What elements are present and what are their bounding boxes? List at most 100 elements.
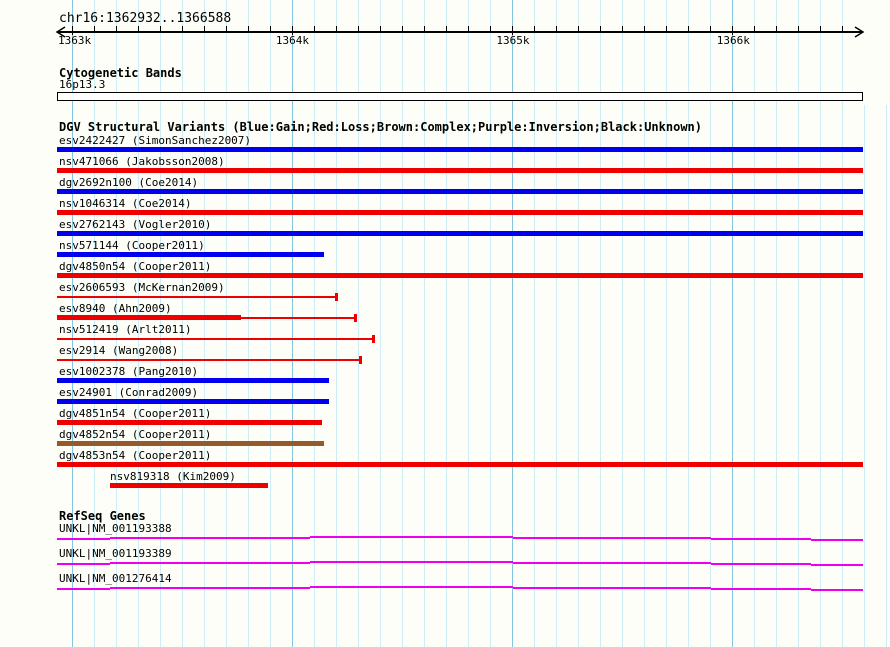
variant-bar[interactable]: [57, 441, 324, 446]
variant-label[interactable]: dgv4852n54 (Cooper2011): [59, 429, 211, 441]
variant-bar[interactable]: [57, 252, 324, 257]
ruler-tick: [709, 26, 711, 32]
variant-label[interactable]: dgv4853n54 (Cooper2011): [59, 450, 211, 462]
ruler-tick: [137, 26, 139, 32]
variant-label[interactable]: esv2762143 (Vogler2010): [59, 219, 211, 231]
variant-bar[interactable]: [57, 315, 242, 320]
gene-line-segment[interactable]: [711, 538, 811, 540]
genome-browser-canvas: chr16:1362932..1366588 1363k 1364k 1365k 13…: [0, 0, 890, 647]
ruler-tick: [159, 26, 161, 32]
ruler-tick: [357, 26, 359, 32]
gene-line-segment[interactable]: [57, 563, 110, 565]
variant-bar[interactable]: [57, 231, 863, 236]
variant-label[interactable]: esv2422427 (SimonSanchez2007): [59, 135, 251, 147]
variant-bar[interactable]: [57, 147, 863, 152]
region-header: chr16:1362932..1366588: [59, 11, 232, 26]
variant-label[interactable]: nsv1046314 (Coe2014): [59, 198, 191, 210]
ruler-tick: [643, 26, 645, 32]
gene-label[interactable]: UNKL|NM_001276414: [59, 573, 172, 585]
variant-bar[interactable]: [57, 378, 329, 383]
ruler-tick: [115, 26, 117, 32]
variant-label[interactable]: nsv512419 (Arlt2011): [59, 324, 191, 336]
variant-label[interactable]: dgv4850n54 (Cooper2011): [59, 261, 211, 273]
variant-label[interactable]: nsv819318 (Kim2009): [110, 471, 236, 483]
variant-label[interactable]: esv2606593 (McKernan2009): [59, 282, 225, 294]
variant-label[interactable]: esv24901 (Conrad2009): [59, 387, 198, 399]
ruler-tick: [775, 26, 777, 32]
variant-bar[interactable]: [57, 462, 863, 467]
variant-label[interactable]: nsv571144 (Cooper2011): [59, 240, 205, 252]
variant-end-tick: [353, 314, 357, 322]
ruler-tick: [225, 26, 227, 32]
variant-line[interactable]: [241, 317, 356, 319]
gene-line-segment[interactable]: [110, 562, 310, 564]
gene-line-segment[interactable]: [110, 537, 310, 539]
ruler-tick: [203, 26, 205, 32]
ruler-tick: [445, 26, 447, 32]
gene-line-segment[interactable]: [811, 589, 863, 591]
variant-bar[interactable]: [57, 273, 863, 278]
gene-line-segment[interactable]: [513, 537, 613, 539]
gene-label[interactable]: UNKL|NM_001193388: [59, 523, 172, 535]
ruler-tick: [93, 26, 95, 32]
ruler-tick: [665, 26, 667, 32]
variant-label[interactable]: esv2914 (Wang2008): [59, 345, 178, 357]
ruler-tick: [467, 26, 469, 32]
cytoband-rect[interactable]: [57, 92, 863, 101]
ruler-tick: [379, 26, 381, 32]
ruler-tick: [533, 26, 535, 32]
variant-bar[interactable]: [57, 399, 329, 404]
variant-bar[interactable]: [57, 168, 863, 173]
refseq-section-title: RefSeq Genes: [59, 509, 146, 523]
ruler-tick: [401, 26, 403, 32]
ruler-tick: [423, 26, 425, 32]
gene-line-segment[interactable]: [613, 587, 711, 589]
ruler-tick: [753, 26, 755, 32]
variant-bar[interactable]: [57, 189, 863, 194]
cytoband-label: 16p13.3: [59, 78, 106, 91]
variant-label[interactable]: nsv471066 (Jakobsson2008): [59, 156, 225, 168]
gene-line-segment[interactable]: [110, 587, 310, 589]
variant-end-tick: [359, 356, 363, 364]
ruler-tick: [181, 26, 183, 32]
ruler-tick: [577, 26, 579, 32]
gene-line-segment[interactable]: [513, 587, 613, 589]
gene-line-segment[interactable]: [57, 588, 110, 590]
ruler-tick: [621, 26, 623, 32]
axis-tick-label: 1363k: [58, 34, 92, 47]
gene-line-segment[interactable]: [711, 563, 811, 565]
gene-line-segment[interactable]: [513, 562, 613, 564]
gene-line-segment[interactable]: [811, 564, 863, 566]
ruler-tick: [797, 26, 799, 32]
variant-line[interactable]: [57, 338, 375, 340]
ruler-axis-line: [57, 31, 863, 33]
variant-bar[interactable]: [110, 483, 269, 488]
gene-line-segment[interactable]: [310, 586, 513, 588]
ruler-tick: [555, 26, 557, 32]
ruler-tick: [489, 26, 491, 32]
gene-line-segment[interactable]: [310, 536, 513, 538]
variant-line[interactable]: [57, 296, 338, 298]
variant-label[interactable]: esv8940 (Ahn2009): [59, 303, 172, 315]
variant-bar[interactable]: [57, 420, 323, 425]
gene-line-segment[interactable]: [57, 538, 110, 540]
variant-label[interactable]: dgv4851n54 (Cooper2011): [59, 408, 211, 420]
ruler-tick: [247, 26, 249, 32]
gene-line-segment[interactable]: [811, 539, 863, 541]
gridline-minor: [885, 105, 887, 647]
gene-line-segment[interactable]: [711, 588, 811, 590]
gene-line-segment[interactable]: [310, 561, 513, 563]
variant-line[interactable]: [57, 359, 362, 361]
variant-label[interactable]: dgv2692n100 (Coe2014): [59, 177, 198, 189]
variant-end-tick: [335, 293, 339, 301]
variant-label[interactable]: esv1002378 (Pang2010): [59, 366, 198, 378]
gene-line-segment[interactable]: [613, 537, 711, 539]
gene-label[interactable]: UNKL|NM_001193389: [59, 548, 172, 560]
variant-bar[interactable]: [57, 210, 863, 215]
axis-tick-label: 1364k: [275, 34, 309, 47]
dgv-section-title: DGV Structural Variants (Blue:Gain;Red:L…: [59, 120, 702, 134]
gene-line-segment[interactable]: [613, 562, 711, 564]
gridline-minor: [863, 105, 865, 647]
ruler-tick: [313, 26, 315, 32]
ruler-tick: [841, 26, 843, 32]
